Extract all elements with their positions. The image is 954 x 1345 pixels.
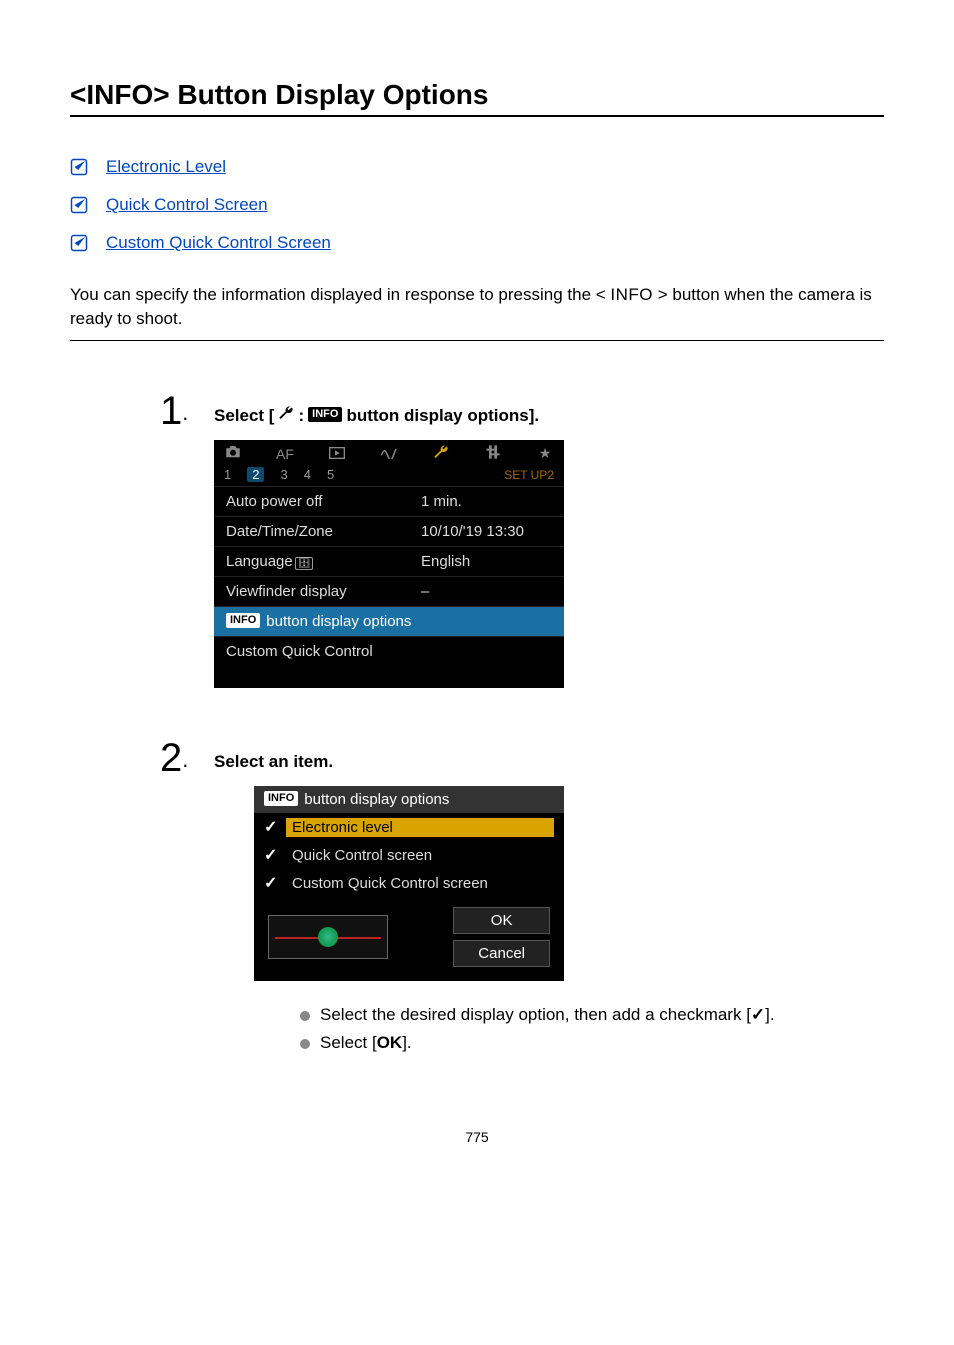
custom-icon bbox=[482, 444, 504, 463]
playback-icon bbox=[326, 446, 348, 462]
menu-row: Custom Quick Control bbox=[214, 636, 564, 666]
toc-check-icon bbox=[70, 234, 88, 252]
step-2-heading: Select an item. bbox=[214, 752, 884, 772]
star-icon: ★ bbox=[534, 445, 556, 462]
ok-button[interactable]: OK bbox=[453, 907, 550, 934]
option-custom-quick-control: ✓ Custom Quick Control screen bbox=[254, 869, 564, 897]
wave-icon bbox=[378, 446, 400, 462]
wrench-icon bbox=[278, 405, 294, 426]
toc-item: Electronic Level bbox=[70, 157, 884, 177]
toc-item: Quick Control Screen bbox=[70, 195, 884, 215]
toc: Electronic Level Quick Control Screen Cu… bbox=[70, 157, 884, 253]
intro-text: You can specify the information displaye… bbox=[70, 283, 884, 342]
step-number: 1. bbox=[160, 391, 200, 431]
step-1: 1. Select [ : INFO button display option… bbox=[160, 391, 884, 688]
camera-menu-screen-1: AF ★ 1 2 3 4 5 SET UP2 Auto power off 1 … bbox=[214, 440, 564, 688]
toc-link-electronic-level[interactable]: Electronic Level bbox=[106, 157, 226, 177]
af-icon: AF bbox=[274, 446, 296, 462]
info-badge-icon: INFO bbox=[226, 613, 260, 628]
wrench-tab-icon bbox=[430, 444, 452, 463]
page-number: 775 bbox=[70, 1129, 884, 1145]
sub-tab: 1 bbox=[224, 467, 231, 482]
menu-row: Language🗄 English bbox=[214, 546, 564, 576]
info-label: INFO bbox=[610, 285, 653, 304]
electronic-level-preview bbox=[268, 915, 388, 959]
toc-link-custom-quick-control[interactable]: Custom Quick Control Screen bbox=[106, 233, 331, 253]
toc-link-quick-control[interactable]: Quick Control Screen bbox=[106, 195, 268, 215]
tab-group-label: SET UP2 bbox=[504, 468, 554, 482]
menu-row: Date/Time/Zone 10/10/'19 13:30 bbox=[214, 516, 564, 546]
checkmark-icon: ✓ bbox=[264, 873, 286, 893]
info-badge-icon: INFO bbox=[264, 791, 298, 806]
option-electronic-level: ✓ Electronic level bbox=[254, 813, 564, 841]
cancel-button[interactable]: Cancel bbox=[453, 940, 550, 967]
bullet-item: Select the desired display option, then … bbox=[294, 1005, 884, 1025]
menu-row: Auto power off 1 min. bbox=[214, 486, 564, 516]
sub-tab-active: 2 bbox=[247, 467, 264, 482]
sub-tab: 5 bbox=[327, 467, 334, 482]
checkmark-icon: ✓ bbox=[264, 845, 286, 865]
menu-row-selected: INFO button display options bbox=[214, 606, 564, 636]
language-icon: 🗄 bbox=[295, 557, 314, 570]
checkmark-icon: ✓ bbox=[264, 817, 286, 837]
page-title: <INFO> Button Display Options bbox=[70, 79, 884, 117]
checkmark-glyph: ✓ bbox=[751, 1005, 765, 1024]
toc-item: Custom Quick Control Screen bbox=[70, 233, 884, 253]
toc-check-icon bbox=[70, 196, 88, 214]
camera-icon bbox=[222, 445, 244, 462]
bullet-item: Select [OK]. bbox=[294, 1033, 884, 1053]
info-badge-icon: INFO bbox=[308, 407, 342, 422]
option-quick-control: ✓ Quick Control screen bbox=[254, 841, 564, 869]
menu-row: Viewfinder display – bbox=[214, 576, 564, 606]
toc-check-icon bbox=[70, 158, 88, 176]
step-1-heading: Select [ : INFO button display options]. bbox=[214, 405, 884, 426]
camera-menu-screen-2: INFO button display options ✓ Electronic… bbox=[254, 786, 564, 981]
screen2-title: INFO button display options bbox=[254, 786, 564, 813]
step-number: 2. bbox=[160, 738, 200, 778]
step-2: 2. Select an item. INFO button display o… bbox=[160, 738, 884, 1069]
sub-tab: 3 bbox=[280, 467, 287, 482]
sub-tab: 4 bbox=[304, 467, 311, 482]
